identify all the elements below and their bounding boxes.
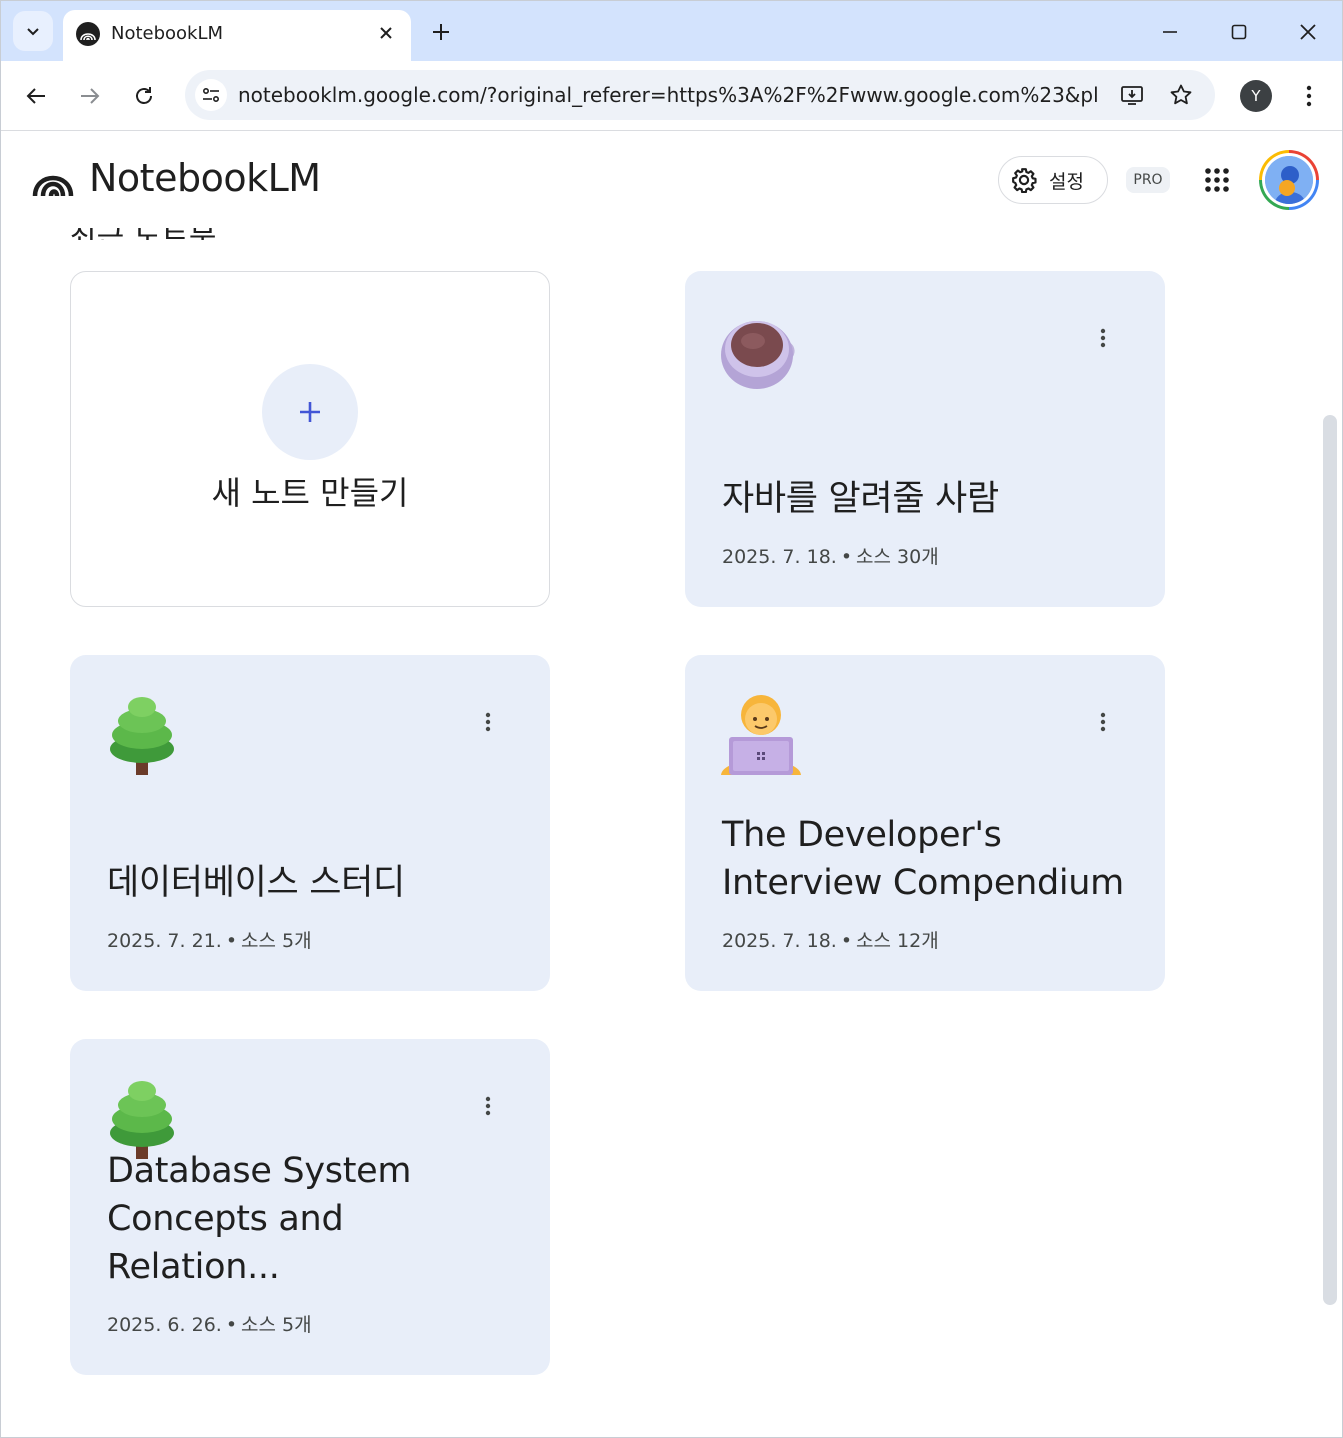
tree-icon — [110, 697, 174, 775]
maximize-button[interactable] — [1221, 14, 1257, 50]
new-tab-button[interactable] — [425, 16, 457, 48]
more-vert-icon — [1306, 85, 1312, 107]
more-vert-icon — [1100, 328, 1106, 348]
gear-icon — [1012, 168, 1037, 193]
notebook-title: 데이터베이스 스터디 — [107, 863, 405, 903]
notebook-meta: 2025. 7. 18. • 소스 12개 — [722, 930, 939, 952]
new-notebook-label: 새 노트 만들기 — [211, 474, 409, 512]
new-notebook-plus — [262, 364, 358, 460]
pro-badge: PRO — [1126, 167, 1170, 193]
plus-icon — [433, 24, 449, 40]
notebook-meta: 2025. 7. 18. • 소스 30개 — [722, 546, 939, 568]
chevron-down-icon — [27, 28, 39, 36]
notebook-card[interactable]: 자바를 알려줄 사람 2025. 7. 18. • 소스 30개 — [685, 271, 1165, 607]
notebook-title: 자바를 알려줄 사람 — [722, 479, 999, 519]
site-info-icon[interactable] — [195, 79, 227, 111]
tab-notebooklm[interactable]: NotebookLM — [63, 10, 411, 61]
notebook-date: 2025. 7. 18. — [722, 546, 837, 568]
notebook-meta: 2025. 6. 26. • 소스 5개 — [107, 1314, 312, 1336]
browser-toolbar: notebooklm.google.com/?original_referer=… — [1, 61, 1342, 131]
notebook-more-button[interactable] — [1091, 323, 1115, 353]
notebook-more-button[interactable] — [1091, 707, 1115, 737]
google-apps-button[interactable] — [1197, 160, 1237, 200]
reload-icon — [136, 87, 152, 104]
notebooklm-logo-icon — [32, 175, 74, 197]
chrome-profile-avatar[interactable]: Y — [1240, 80, 1272, 112]
reload-button[interactable] — [126, 78, 162, 114]
tab-close-icon[interactable] — [373, 20, 399, 46]
install-app-button[interactable] — [1116, 79, 1148, 111]
notebook-card[interactable]: The Developer's Interview Compendium 202… — [685, 655, 1165, 991]
account-avatar[interactable] — [1259, 150, 1319, 210]
arrow-right-icon — [81, 88, 100, 104]
tab-title: NotebookLM — [111, 23, 224, 44]
notebook-source-count: 소스 5개 — [241, 1314, 312, 1336]
maximize-icon — [1231, 24, 1247, 40]
minimize-button[interactable] — [1152, 14, 1188, 50]
more-vert-icon — [485, 712, 491, 732]
more-vert-icon — [1100, 712, 1106, 732]
notebook-more-button[interactable] — [476, 1091, 500, 1121]
notebook-card[interactable]: Database System Concepts and Relation...… — [70, 1039, 550, 1375]
notebook-date: 2025. 7. 21. — [107, 930, 222, 952]
address-bar[interactable]: notebooklm.google.com/?original_referer=… — [185, 70, 1215, 120]
notebooklm-favicon-icon — [76, 22, 100, 46]
notebook-title: Database System Concepts and Relation... — [107, 1151, 412, 1287]
tab-search-button[interactable] — [13, 11, 53, 51]
notebook-title: The Developer's Interview Compendium — [722, 815, 1124, 903]
url-text[interactable]: notebooklm.google.com/?original_referer=… — [238, 83, 1098, 107]
notebook-source-count: 소스 30개 — [856, 546, 939, 568]
close-window-button[interactable] — [1290, 14, 1326, 50]
new-notebook-card[interactable]: 새 노트 만들기 — [70, 271, 550, 607]
bookmark-button[interactable] — [1165, 79, 1197, 111]
install-icon — [1121, 86, 1143, 105]
plus-icon — [300, 402, 320, 422]
notebook-source-count: 소스 5개 — [241, 930, 312, 952]
notebook-more-button[interactable] — [476, 707, 500, 737]
back-button[interactable] — [18, 78, 54, 114]
forward-button[interactable] — [72, 78, 108, 114]
notebook-date: 2025. 7. 18. — [722, 930, 837, 952]
chrome-menu-button[interactable] — [1293, 78, 1325, 114]
app-logo-text[interactable]: NotebookLM — [89, 156, 321, 200]
technologist-icon — [721, 695, 801, 775]
more-vert-icon — [485, 1096, 491, 1116]
coffee-cup-icon — [721, 321, 795, 389]
arrow-left-icon — [26, 88, 45, 104]
notebook-meta: 2025. 7. 21. • 소스 5개 — [107, 930, 312, 952]
minimize-icon — [1163, 31, 1177, 33]
user-avatar-image — [1265, 156, 1313, 204]
star-icon — [1170, 84, 1192, 105]
app-header: NotebookLM 설정 PRO — [1, 132, 1342, 228]
notebook-date: 2025. 6. 26. — [107, 1314, 222, 1336]
notebook-card[interactable]: 데이터베이스 스터디 2025. 7. 21. • 소스 5개 — [70, 655, 550, 991]
close-icon — [1300, 24, 1316, 40]
tab-strip: NotebookLM — [1, 1, 1342, 61]
apps-grid-icon — [1205, 168, 1229, 192]
notebook-source-count: 소스 12개 — [856, 930, 939, 952]
settings-button[interactable]: 설정 — [998, 156, 1108, 204]
settings-label: 설정 — [1049, 170, 1084, 193]
page-scrollbar[interactable] — [1323, 415, 1337, 1305]
browser-window: NotebookLM notebooklm.google.com/?origin… — [0, 0, 1343, 1438]
